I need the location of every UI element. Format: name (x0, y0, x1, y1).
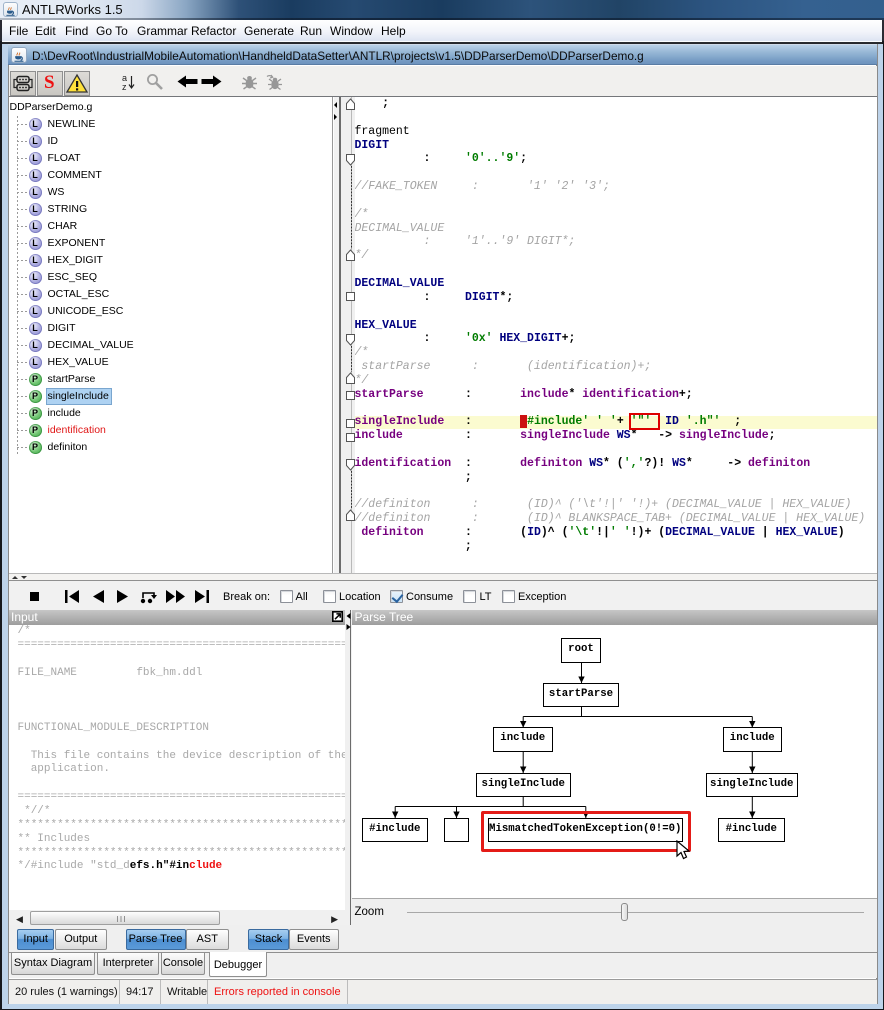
svg-text:z: z (122, 82, 127, 91)
